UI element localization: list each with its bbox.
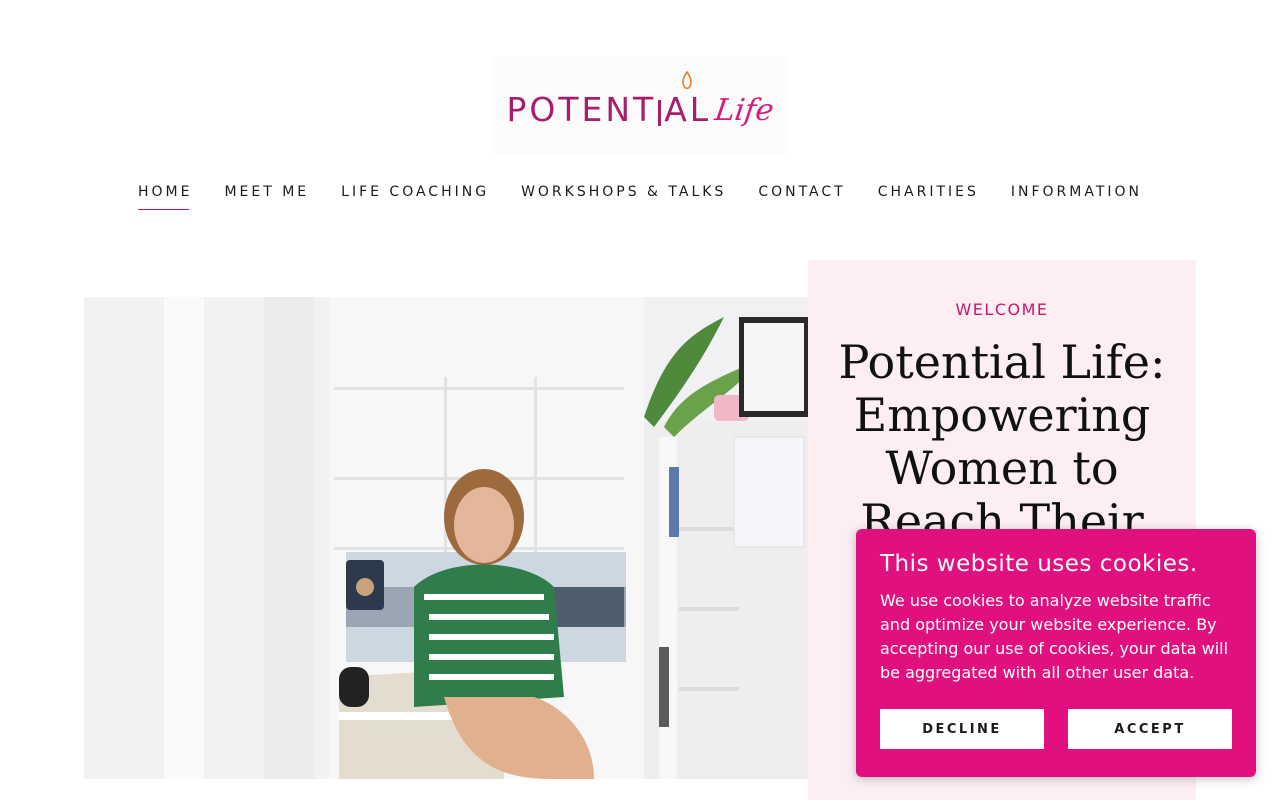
nav-item-home[interactable]: HOME (122, 182, 208, 210)
nav-item-workshops-talks[interactable]: WORKSHOPS & TALKS (505, 182, 742, 210)
hero-photo (84, 297, 808, 779)
hero-headline: Potential Life: Empowering Women to Reac… (838, 335, 1166, 548)
nav-item-meet-me[interactable]: MEET ME (208, 182, 325, 210)
nav-item-life-coaching[interactable]: LIFE COACHING (325, 182, 505, 210)
logo-text-part1: POTENT (506, 89, 657, 129)
logo-i-stem (656, 99, 664, 126)
cookie-title: This website uses cookies. (880, 551, 1198, 577)
logo-wordmark: POTENT AL Life (506, 70, 777, 129)
accept-button[interactable]: ACCEPT (1068, 709, 1232, 749)
office-scene-image (84, 297, 808, 779)
nav-item-information[interactable]: INFORMATION (995, 182, 1158, 210)
welcome-eyebrow: WELCOME (955, 300, 1049, 319)
cookie-banner: This website uses cookies. We use cookie… (856, 529, 1256, 777)
nav-item-contact[interactable]: CONTACT (742, 182, 861, 210)
site-logo[interactable]: POTENT AL Life (492, 56, 788, 154)
cookie-body: We use cookies to analyze website traffi… (880, 591, 1229, 682)
flame-icon (682, 70, 693, 89)
nav-item-charities[interactable]: CHARITIES (862, 182, 995, 210)
decline-button[interactable]: DECLINE (880, 709, 1044, 749)
main-navigation: HOME MEET ME LIFE COACHING WORKSHOPS & T… (0, 182, 1280, 210)
logo-script: Life (712, 92, 777, 128)
logo-text-part2: AL (664, 89, 712, 129)
